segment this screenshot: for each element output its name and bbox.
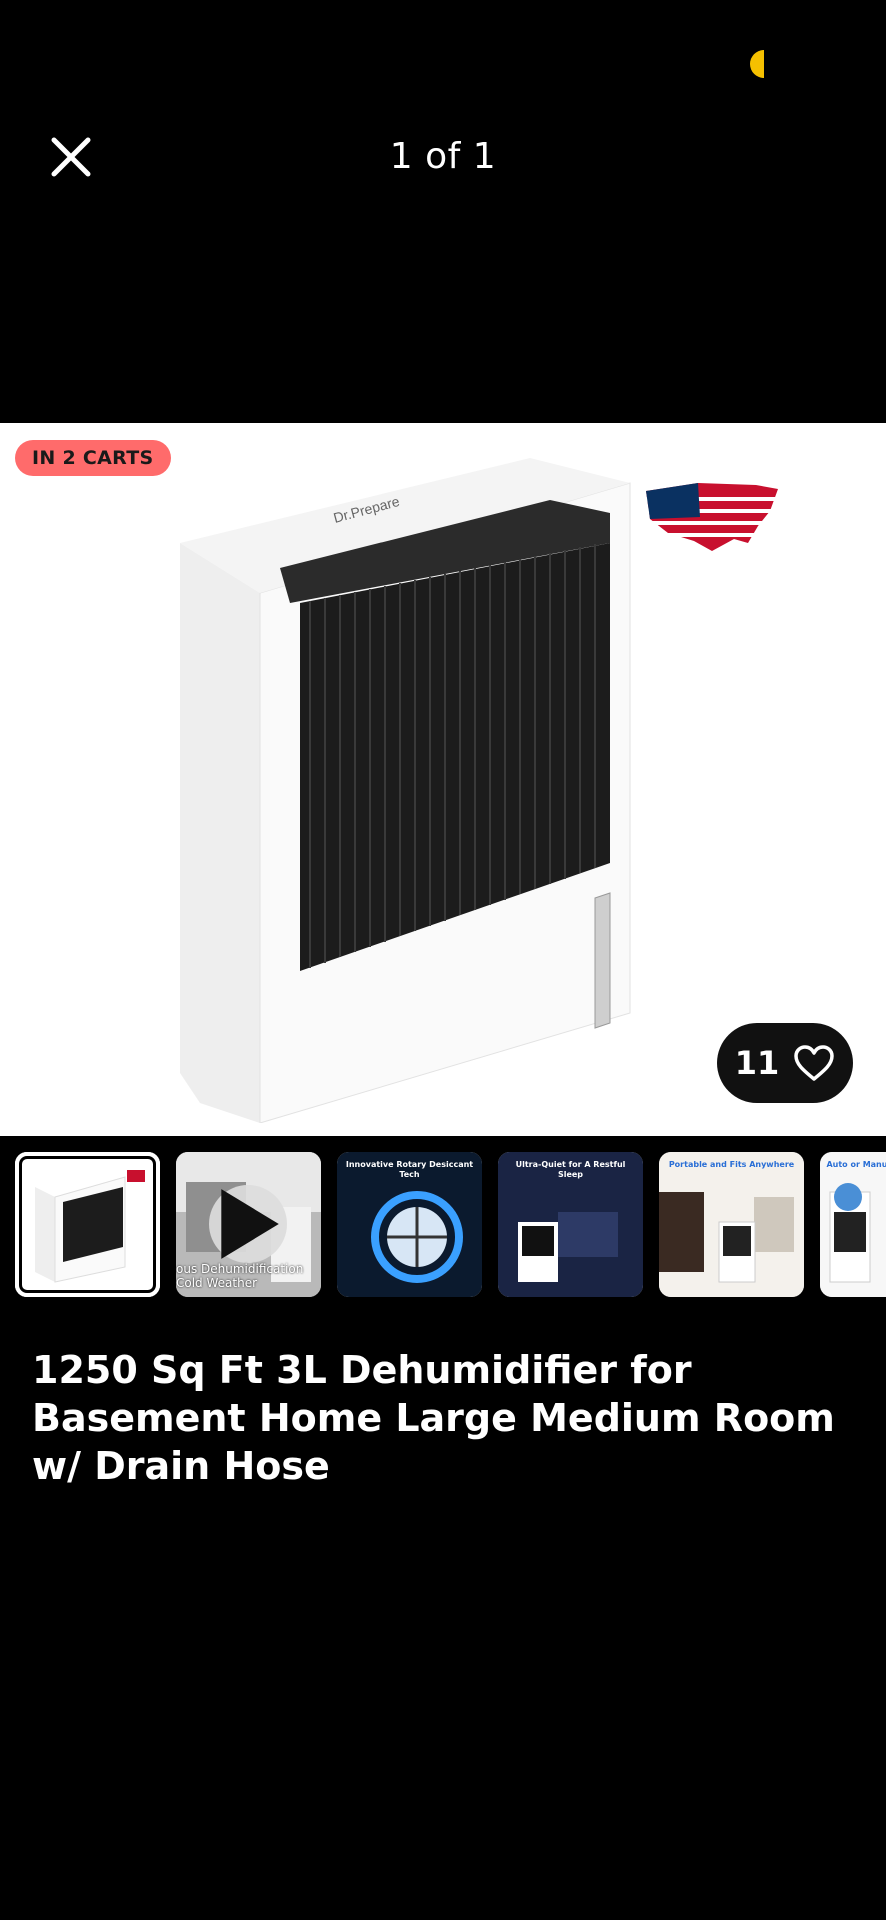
thumbnail-3[interactable]: Innovative Rotary Desiccant Tech	[337, 1152, 482, 1297]
thumbnail-overlay-text: ous Dehumidification Cold Weather	[176, 1262, 304, 1290]
image-counter: 1 of 1	[389, 136, 497, 177]
play-icon	[221, 1189, 279, 1259]
thumbnail-image	[820, 1152, 886, 1297]
product-image: Dr.Prepare	[180, 458, 631, 1123]
thumbnail-6[interactable]: Auto or Manual It's Up to You	[820, 1152, 886, 1297]
like-count: 11	[734, 1044, 780, 1082]
thumbnail-caption: Innovative Rotary Desiccant Tech	[345, 1160, 474, 1179]
thumbnail-5[interactable]: Portable and Fits Anywhere	[659, 1152, 804, 1297]
heart-icon	[794, 1045, 835, 1081]
thumbnail-image	[659, 1152, 804, 1297]
top-bar: 1 of 1	[0, 120, 886, 194]
thumbnail-4[interactable]: Ultra-Quiet for A Restful Sleep	[498, 1152, 643, 1297]
like-button[interactable]: 11	[717, 1023, 853, 1103]
thumbnail-caption: Ultra-Quiet for A Restful Sleep	[515, 1160, 626, 1179]
thumbnail-caption: Portable and Fits Anywhere	[668, 1160, 795, 1169]
play-button[interactable]	[209, 1185, 287, 1263]
thumbnail-1[interactable]	[15, 1152, 160, 1297]
thumbnail-2-video[interactable]: ous Dehumidification Cold Weather	[176, 1152, 321, 1297]
us-flag-map	[646, 483, 778, 551]
thumbnail-image	[15, 1152, 160, 1297]
status-indicator	[750, 50, 764, 78]
thumbnail-strip[interactable]: ous Dehumidification Cold Weather Innova…	[15, 1152, 886, 1297]
thumbnail-caption: Auto or Manual It's Up to You	[826, 1160, 886, 1169]
in-carts-badge: IN 2 CARTS	[15, 440, 171, 476]
product-image-viewer[interactable]: IN 2 CARTS Dr.Prepare 11	[0, 423, 886, 1136]
product-title: 1250 Sq Ft 3L Dehumidifier for Basement …	[32, 1348, 835, 1488]
